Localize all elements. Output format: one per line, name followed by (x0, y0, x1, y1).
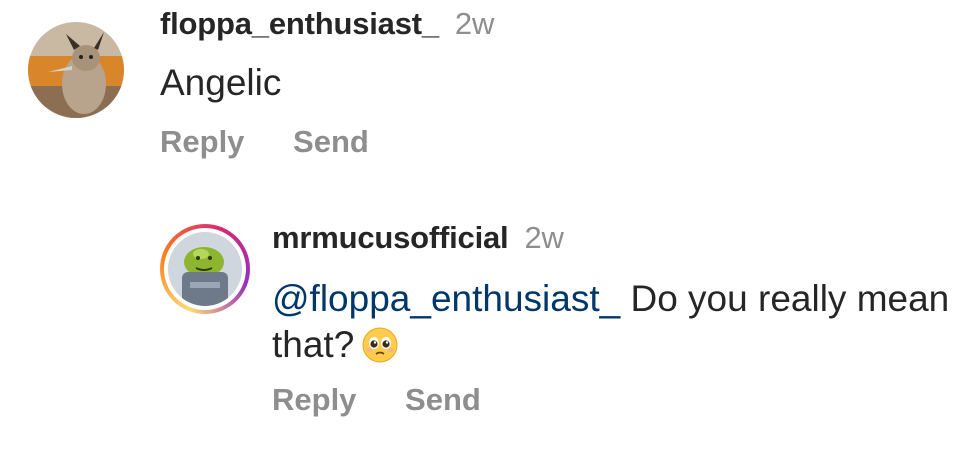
reply-button[interactable]: Reply (272, 382, 356, 417)
username-text[interactable]: floppa_enthusiast_ (160, 6, 439, 41)
pleading-face-emoji-icon (362, 327, 398, 374)
reply-button[interactable]: Reply (160, 124, 244, 159)
comment-1: floppa_enthusiast_ 2w Angelic Reply Send (0, 0, 980, 190)
comment-text: Angelic (160, 62, 282, 103)
mucus-mascot-icon (168, 232, 242, 306)
comment-2: mrmucusofficial 2w @floppa_enthusiast_ Do… (0, 190, 980, 449)
avatar[interactable] (28, 22, 124, 118)
caracal-avatar-icon (28, 22, 124, 118)
avatar-story-ring[interactable] (160, 224, 250, 314)
username-text[interactable]: mrmucusofficial (272, 220, 509, 255)
comment-age: 2w (524, 220, 564, 255)
comment-text-line1: Do you really mean (620, 278, 950, 319)
send-button[interactable]: Send (405, 382, 481, 417)
comment-text: @floppa_enthusiast_ Do you really mean t… (272, 276, 962, 374)
avatar (168, 232, 242, 306)
username[interactable]: floppa_enthusiast_ 2w (160, 6, 494, 42)
username[interactable]: mrmucusofficial 2w (272, 220, 564, 256)
mention-link[interactable]: @floppa_enthusiast_ (272, 278, 620, 319)
comment-actions: Reply Send (160, 124, 369, 160)
comment-text-line2: that? (272, 324, 355, 365)
comment-actions: Reply Send (272, 382, 481, 418)
send-button[interactable]: Send (293, 124, 369, 159)
comment-age: 2w (454, 6, 495, 41)
